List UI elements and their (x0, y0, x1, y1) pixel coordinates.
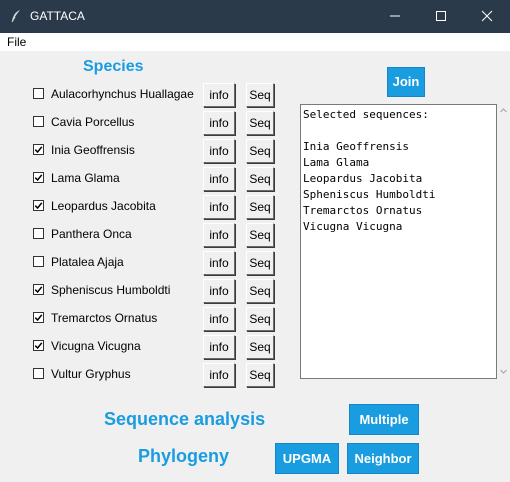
selected-sequences-textbox[interactable]: Selected sequences: Inia Geoffrensis Lam… (300, 104, 497, 379)
species-label: Aulacorhynchus Huallagae (51, 87, 194, 101)
close-button[interactable] (464, 0, 510, 33)
species-row: Vultur Gryphus info Seq (0, 363, 290, 387)
species-checkbox[interactable] (33, 116, 44, 127)
seq-button[interactable]: Seq (246, 139, 274, 163)
info-button[interactable]: info (203, 251, 235, 275)
species-checkbox[interactable] (33, 228, 44, 239)
seq-button[interactable]: Seq (246, 251, 274, 275)
seq-button[interactable]: Seq (246, 335, 274, 359)
maximize-button[interactable] (418, 0, 464, 33)
species-row: Inia Geoffrensis info Seq (0, 139, 290, 163)
species-checkbox[interactable] (33, 312, 44, 323)
checkmark-icon (34, 314, 43, 322)
info-button[interactable]: info (203, 335, 235, 359)
species-label: Vicugna Vicugna (51, 339, 141, 353)
join-button[interactable]: Join (387, 67, 425, 97)
species-checkbox[interactable] (33, 144, 44, 155)
info-button[interactable]: info (203, 111, 235, 135)
species-row: Aulacorhynchus Huallagae info Seq (0, 83, 290, 107)
species-label: Cavia Porcellus (51, 115, 135, 129)
close-icon (481, 10, 493, 22)
species-label: Leopardus Jacobita (51, 199, 156, 213)
species-row: Panthera Onca info Seq (0, 223, 290, 247)
seq-button[interactable]: Seq (246, 111, 274, 135)
menu-file[interactable]: File (7, 35, 26, 49)
seq-button[interactable]: Seq (246, 307, 274, 331)
species-checkbox[interactable] (33, 88, 44, 99)
species-checkbox[interactable] (33, 284, 44, 295)
info-button[interactable]: info (203, 167, 235, 191)
checkmark-icon (34, 286, 43, 294)
minimize-button[interactable] (372, 0, 418, 33)
species-label: Lama Glama (51, 171, 120, 185)
species-checkbox[interactable] (33, 256, 44, 267)
species-heading: Species (83, 58, 144, 75)
title-bar: GATTACA (0, 0, 510, 33)
info-button[interactable]: info (203, 363, 235, 387)
scroll-up-icon (500, 108, 507, 113)
checkmark-icon (34, 342, 43, 350)
species-checkbox[interactable] (33, 200, 44, 211)
feather-icon (9, 9, 23, 23)
checkmark-icon (34, 202, 43, 210)
species-row: Platalea Ajaja info Seq (0, 251, 290, 275)
species-label: Tremarctos Ornatus (51, 311, 158, 325)
species-checkbox[interactable] (33, 340, 44, 351)
checkmark-icon (34, 174, 43, 182)
minimize-icon (390, 15, 400, 17)
info-button[interactable]: info (203, 195, 235, 219)
info-button[interactable]: info (203, 223, 235, 247)
seq-button[interactable]: Seq (246, 195, 274, 219)
multiple-button[interactable]: Multiple (349, 404, 419, 435)
species-label: Inia Geoffrensis (51, 143, 135, 157)
vertical-scrollbar[interactable] (497, 104, 510, 379)
scroll-down-icon (500, 369, 507, 374)
species-row: Vicugna Vicugna info Seq (0, 335, 290, 359)
seq-button[interactable]: Seq (246, 167, 274, 191)
seq-button[interactable]: Seq (246, 363, 274, 387)
species-label: Vultur Gryphus (51, 367, 131, 381)
info-button[interactable]: info (203, 279, 235, 303)
upgma-button[interactable]: UPGMA (275, 443, 339, 474)
species-row: Tremarctos Ornatus info Seq (0, 307, 290, 331)
species-row: Lama Glama info Seq (0, 167, 290, 191)
info-button[interactable]: info (203, 83, 235, 107)
seq-button[interactable]: Seq (246, 83, 274, 107)
seq-button[interactable]: Seq (246, 279, 274, 303)
window-title: GATTACA (30, 9, 85, 23)
selected-sequences-text: Selected sequences: Inia Geoffrensis Lam… (303, 108, 436, 233)
phylogeny-heading: Phylogeny (138, 446, 230, 466)
sequence-analysis-heading: Sequence analysis (104, 409, 266, 429)
info-button[interactable]: info (203, 307, 235, 331)
species-checkbox[interactable] (33, 172, 44, 183)
species-label: Platalea Ajaja (51, 255, 124, 269)
species-label: Spheniscus Humboldti (51, 283, 171, 297)
maximize-icon (436, 11, 446, 21)
neighbor-button[interactable]: Neighbor (347, 443, 419, 474)
species-row: Leopardus Jacobita info Seq (0, 195, 290, 219)
checkmark-icon (34, 146, 43, 154)
species-row: Spheniscus Humboldti info Seq (0, 279, 290, 303)
menu-bar: File (0, 33, 510, 51)
info-button[interactable]: info (203, 139, 235, 163)
seq-button[interactable]: Seq (246, 223, 274, 247)
species-checkbox[interactable] (33, 368, 44, 379)
species-row: Cavia Porcellus info Seq (0, 111, 290, 135)
species-label: Panthera Onca (51, 227, 132, 241)
